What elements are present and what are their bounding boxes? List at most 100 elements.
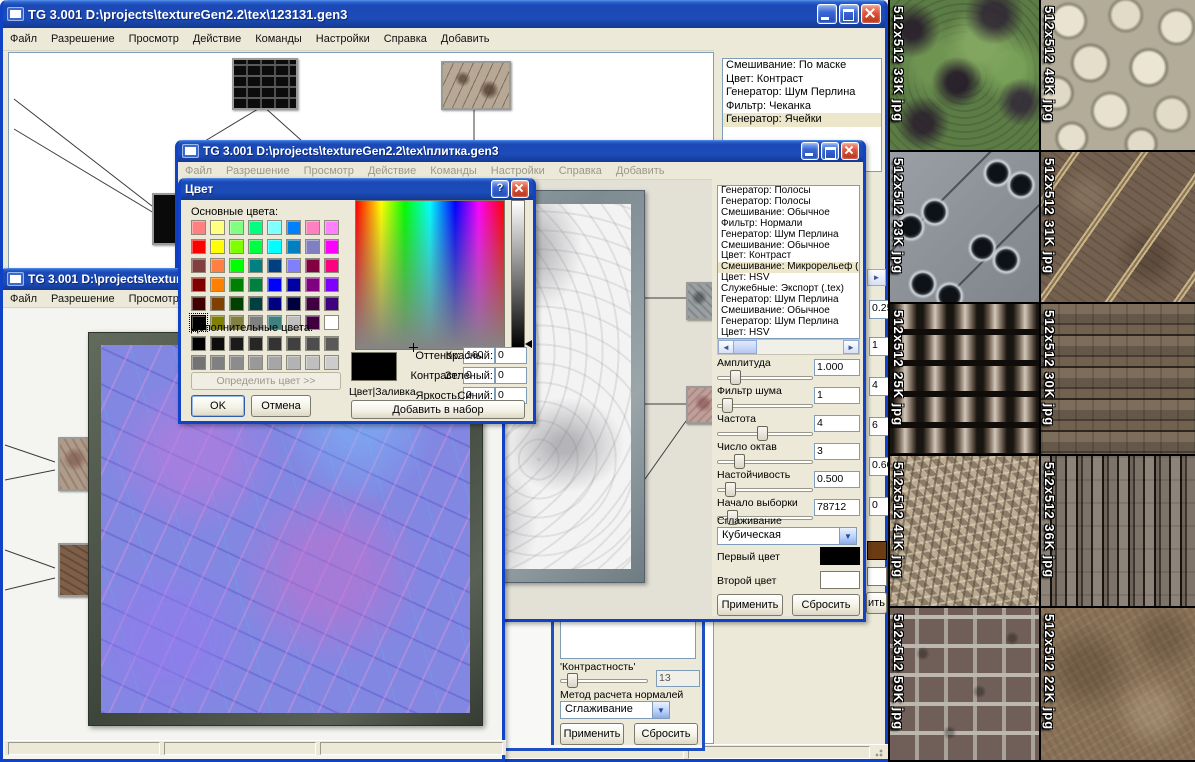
texture-tile-rough-brown[interactable]: 512x512 22K jpg <box>1041 608 1195 762</box>
list-item[interactable]: Смешивание: Обычное <box>718 241 859 252</box>
list-item[interactable]: Фильтр: Чеканка <box>723 100 881 114</box>
color-swatch[interactable] <box>210 336 225 351</box>
color-swatch[interactable] <box>248 220 263 235</box>
list-item[interactable]: Смешивание: Обычное <box>718 208 859 219</box>
titlebar[interactable]: Цвет ? <box>181 178 533 200</box>
reset-button[interactable]: Сбросить <box>634 723 698 745</box>
titlebar[interactable]: TG 3.001 D:\projects\textureGen2.2\tex\п… <box>178 140 863 162</box>
menu-item[interactable]: Файл <box>178 163 219 179</box>
param-value[interactable]: 0 <box>869 497 890 516</box>
first-color-swatch[interactable] <box>867 541 887 560</box>
titlebar[interactable]: TG 3.001 D:\projects\textureGen2.2\tex\1… <box>3 0 885 28</box>
menu-item[interactable]: Просмотр <box>297 163 361 179</box>
color-swatch[interactable] <box>267 336 282 351</box>
first-color-swatch[interactable] <box>820 547 860 565</box>
color-swatch[interactable] <box>324 355 339 370</box>
list-item[interactable]: Генератор: Шум Перлина <box>718 230 859 241</box>
list-item-selected[interactable]: Генератор: Ячейки <box>723 113 881 127</box>
close-button[interactable] <box>861 4 881 24</box>
menu-item[interactable]: Действие <box>361 163 423 179</box>
menu-item[interactable]: Действие <box>186 31 248 47</box>
empty-list[interactable] <box>560 621 696 659</box>
color-swatch[interactable] <box>210 296 225 311</box>
slider-thumb[interactable] <box>730 370 741 385</box>
color-swatch[interactable] <box>248 336 263 351</box>
slider-thumb[interactable] <box>722 398 733 413</box>
color-swatch[interactable] <box>286 239 301 254</box>
slider-thumb[interactable] <box>757 426 768 441</box>
param-value[interactable]: 0.60 <box>869 457 890 476</box>
color-swatch[interactable] <box>191 220 206 235</box>
menu-item[interactable]: Разрешение <box>44 31 122 47</box>
texture-tile-rusty-cylinders[interactable]: 512x512 25K jpg <box>890 304 1041 456</box>
color-swatch[interactable] <box>286 336 301 351</box>
reset-button-clipped[interactable]: ить <box>866 592 887 614</box>
color-swatch[interactable] <box>248 239 263 254</box>
color-swatch[interactable] <box>305 220 320 235</box>
color-swatch[interactable] <box>229 220 244 235</box>
color-swatch[interactable] <box>210 277 225 292</box>
reset-button[interactable]: Сбросить <box>792 594 860 616</box>
list-item[interactable]: Генератор: Шум Перлина <box>718 317 859 328</box>
texture-tile-zigzag[interactable]: 512x512 41K jpg <box>890 456 1041 608</box>
node-thumbnail[interactable] <box>232 58 298 110</box>
menu-item[interactable]: Справка <box>552 163 609 179</box>
texture-tile-metal-holes[interactable]: 512x512 23K jpg <box>890 152 1041 304</box>
maximize-button[interactable] <box>839 4 859 24</box>
minimize-button[interactable] <box>801 142 819 160</box>
color-swatch[interactable] <box>191 355 206 370</box>
scrollbar-arrow-right[interactable]: ► <box>867 269 886 286</box>
normals-method-dropdown[interactable]: Сглаживание ▼ <box>560 701 670 719</box>
color-swatch[interactable] <box>286 277 301 292</box>
param-value[interactable]: 78712 <box>814 499 860 516</box>
menu-item[interactable]: Настройки <box>309 31 377 47</box>
list-item[interactable]: Генератор: Шум Перлина <box>718 295 859 306</box>
menu-item[interactable]: Просмотр <box>122 31 186 47</box>
param-value[interactable]: 0.500 <box>814 471 860 488</box>
color-swatch[interactable] <box>248 258 263 273</box>
color-swatch[interactable] <box>191 296 206 311</box>
list-item[interactable]: Цвет: Контраст <box>723 73 881 87</box>
color-swatch[interactable] <box>286 296 301 311</box>
color-swatch[interactable] <box>229 296 244 311</box>
list-item[interactable]: Смешивание: По маске <box>723 59 881 73</box>
list-item[interactable]: Фильтр: Нормали <box>718 219 859 230</box>
chevron-down-icon[interactable]: ▼ <box>652 702 669 718</box>
color-swatch[interactable] <box>324 239 339 254</box>
color-swatch[interactable] <box>324 296 339 311</box>
second-color-swatch[interactable] <box>820 571 860 589</box>
param-slider[interactable] <box>717 454 813 468</box>
color-swatch[interactable] <box>210 220 225 235</box>
color-swatch[interactable] <box>229 258 244 273</box>
menu-item[interactable]: Разрешение <box>44 291 122 307</box>
color-swatch[interactable] <box>305 277 320 292</box>
color-swatch[interactable] <box>248 277 263 292</box>
color-swatch[interactable] <box>305 239 320 254</box>
list-item[interactable]: Цвет: HSV <box>718 273 859 284</box>
close-button[interactable] <box>841 142 859 160</box>
menu-item[interactable]: Настройки <box>484 163 552 179</box>
color-swatch[interactable] <box>210 258 225 273</box>
slider-thumb[interactable] <box>567 673 578 688</box>
node-thumbnail[interactable] <box>441 61 511 110</box>
list-item[interactable]: Генератор: Полосы <box>718 186 859 197</box>
list-item[interactable]: Смешивание: Обычное <box>718 306 859 317</box>
horizontal-scrollbar[interactable]: ◄ ► <box>717 339 860 355</box>
maximize-button[interactable] <box>821 142 839 160</box>
color-swatch[interactable] <box>267 355 282 370</box>
ok-button[interactable]: OK <box>191 395 245 417</box>
param-value[interactable]: 1.000 <box>814 359 860 376</box>
menu-item[interactable]: Добавить <box>434 31 497 47</box>
param-value[interactable]: 1 <box>814 387 860 404</box>
color-swatch[interactable] <box>267 296 282 311</box>
scrollbar-thumb[interactable] <box>733 340 757 354</box>
second-color-swatch[interactable] <box>867 567 887 586</box>
list-item[interactable]: Цвет: Контраст <box>718 251 859 262</box>
menu-item[interactable]: Файл <box>3 291 44 307</box>
list-item[interactable]: Служебные: Экспорт (.tex) <box>718 284 859 295</box>
color-swatch[interactable] <box>324 336 339 351</box>
luminance-bar[interactable] <box>511 200 525 348</box>
color-swatch[interactable] <box>229 239 244 254</box>
help-button[interactable]: ? <box>491 180 509 198</box>
color-swatch[interactable] <box>248 296 263 311</box>
